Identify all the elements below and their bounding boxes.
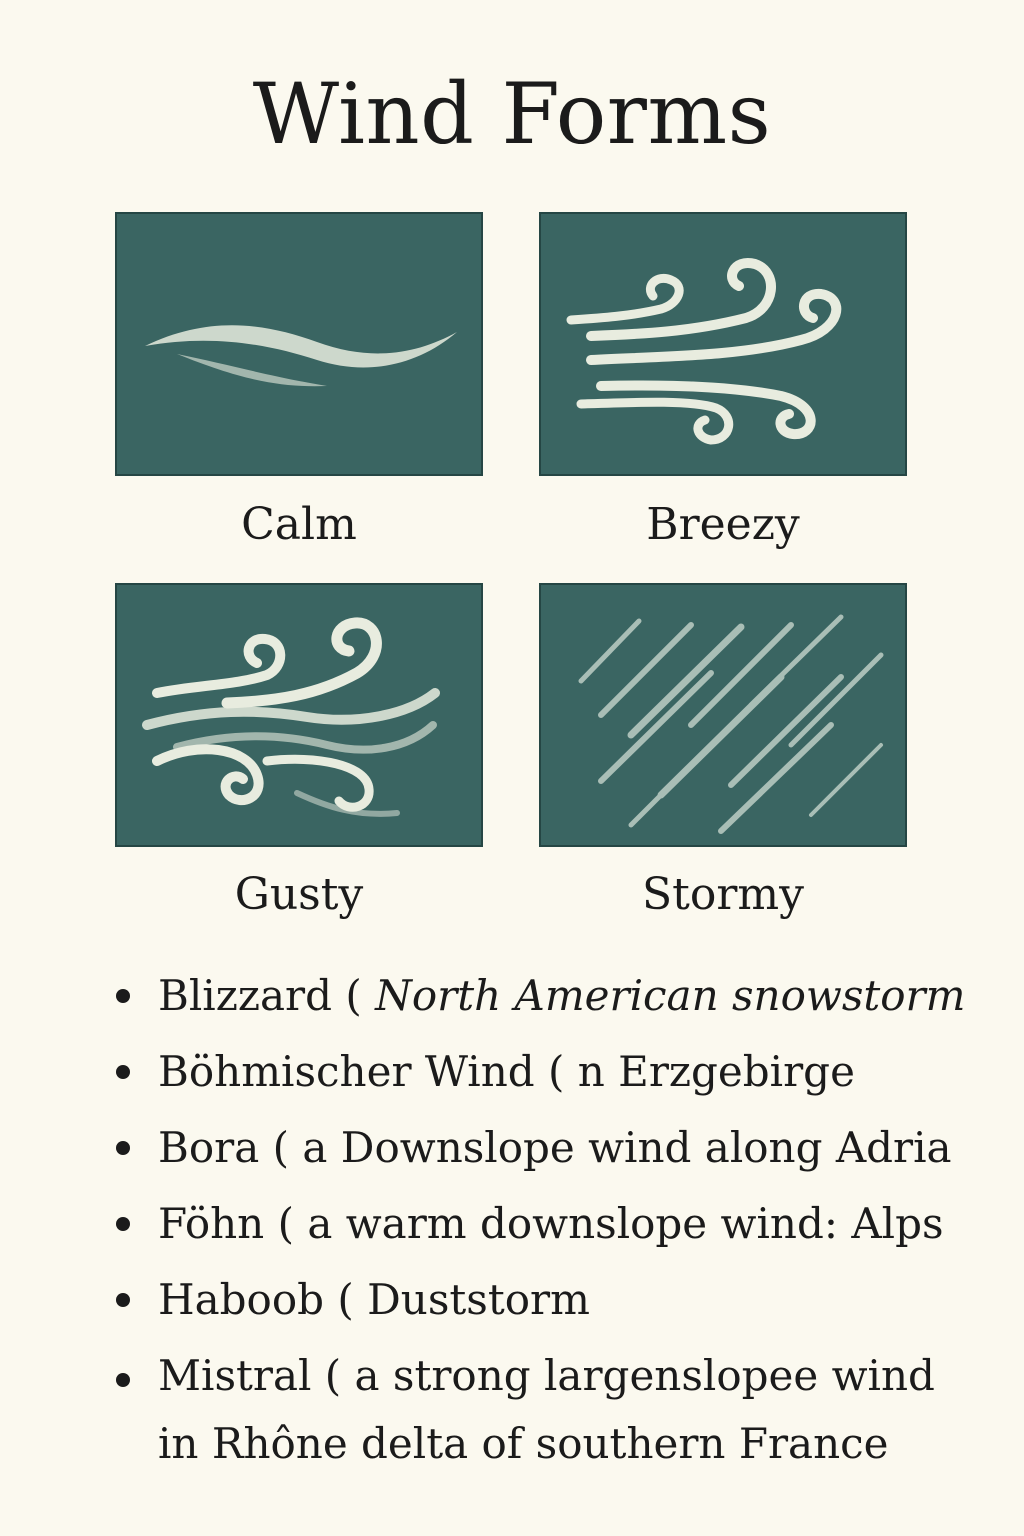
wind-paren: (	[345, 971, 362, 1020]
tile-label-calm: Calm	[241, 499, 357, 550]
wind-paren: (	[324, 1351, 342, 1400]
list-item: Blizzard ( North American snowstorm	[110, 958, 1010, 1034]
wind-desc: a Downslope wind along Adria	[302, 1123, 952, 1172]
bullet-icon	[116, 1065, 130, 1079]
stormy-tile	[539, 583, 907, 847]
page-title: Wind Forms	[252, 65, 772, 163]
list-item: Böhmischer Wind ( n Erzgebirge	[110, 1034, 1010, 1110]
tile-label-breezy: Breezy	[646, 499, 800, 550]
wind-desc: a warm downslope wind: Alps	[307, 1199, 944, 1248]
wind-name: Böhmischer Wind	[158, 1047, 535, 1096]
list-item: Föhn ( a warm downslope wind: Alps	[110, 1186, 1010, 1262]
stormy-wind-icon	[578, 614, 884, 834]
gusty-wind-icon	[142, 617, 440, 817]
wind-desc-continued: in Rhône delta of southern France	[158, 1419, 889, 1468]
wind-name: Mistral	[158, 1351, 312, 1400]
wind-paren: (	[548, 1047, 565, 1096]
wind-name: Haboob	[158, 1275, 325, 1324]
wind-desc: Duststorm	[367, 1275, 590, 1324]
wind-list: Blizzard ( North American snowstorm Böhm…	[110, 958, 1010, 1478]
breezy-tile	[539, 212, 907, 476]
wind-name: Blizzard	[158, 971, 332, 1020]
bullet-icon	[116, 1293, 130, 1307]
wind-desc: n Erzgebirge	[577, 1047, 855, 1096]
list-item: Haboob ( Duststorm	[110, 1262, 1010, 1338]
bullet-icon	[116, 1141, 130, 1155]
wind-paren: (	[277, 1199, 294, 1248]
wind-paren: (	[272, 1123, 290, 1172]
tile-label-stormy: Stormy	[642, 869, 804, 920]
wind-desc: North American snowstorm	[375, 971, 966, 1020]
bullet-icon	[116, 1373, 130, 1387]
breezy-wind-icon	[566, 258, 842, 445]
wind-name: Bora	[158, 1123, 260, 1172]
gusty-tile	[115, 583, 483, 847]
wind-name: Föhn	[158, 1199, 265, 1248]
wind-desc: a strong largenslopee wind	[354, 1351, 935, 1400]
bullet-icon	[116, 989, 130, 1003]
list-item: Bora ( a Downslope wind along Adria	[110, 1110, 1010, 1186]
calm-tile	[115, 212, 483, 476]
list-item: Mistral ( a strong largenslopee wind in …	[110, 1338, 1010, 1478]
wind-paren: (	[337, 1275, 354, 1324]
bullet-icon	[116, 1217, 130, 1231]
calm-wind-icon	[145, 325, 457, 387]
tile-label-gusty: Gusty	[234, 869, 364, 920]
